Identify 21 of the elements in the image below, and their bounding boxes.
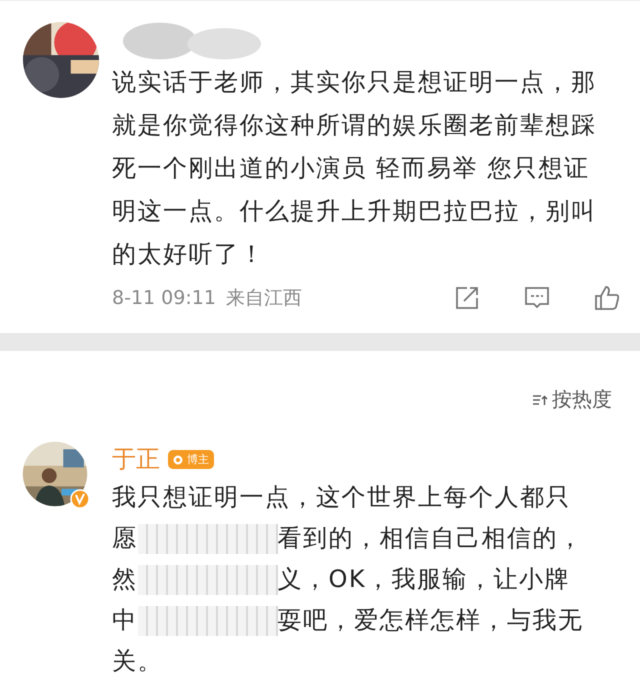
sort-icon	[532, 392, 548, 406]
comment-location: 来自江西	[226, 286, 302, 311]
comment-text: 看到的，相信自己相信的，	[278, 524, 584, 553]
like-icon[interactable]	[594, 285, 620, 311]
comment-time: 8-11 09:11	[112, 287, 216, 309]
comment-text: 关。	[112, 647, 163, 675]
comment-text: 愿	[112, 524, 138, 553]
comment-text: 我只想证明一点，这个世界上每个人都只	[112, 483, 571, 512]
comment-text: 的太好听了！	[112, 240, 265, 269]
share-icon[interactable]	[454, 285, 480, 311]
sort-button[interactable]: 按热度	[532, 386, 612, 413]
badge-label: 博主	[187, 452, 209, 466]
comment-text: 说实话于老师，其实你只是想证明一点，那	[112, 68, 596, 97]
comment-text: 明这一点。什么提升上升期巴拉巴拉，别叫	[112, 197, 596, 226]
comment-text: 就是你觉得你这种所谓的娱乐圈老前辈想踩	[112, 111, 596, 140]
comment-text: 死一个刚出道的小演员 轻而易举 您只想证	[112, 154, 590, 183]
comment-text: 中	[112, 606, 138, 635]
comment-text: 义，OK，我服输，让小牌	[278, 565, 570, 594]
comment-icon[interactable]	[524, 285, 550, 311]
comment-text: 然	[112, 565, 138, 594]
comment-text: 耍吧，爱怎样怎样，与我无	[278, 606, 584, 635]
